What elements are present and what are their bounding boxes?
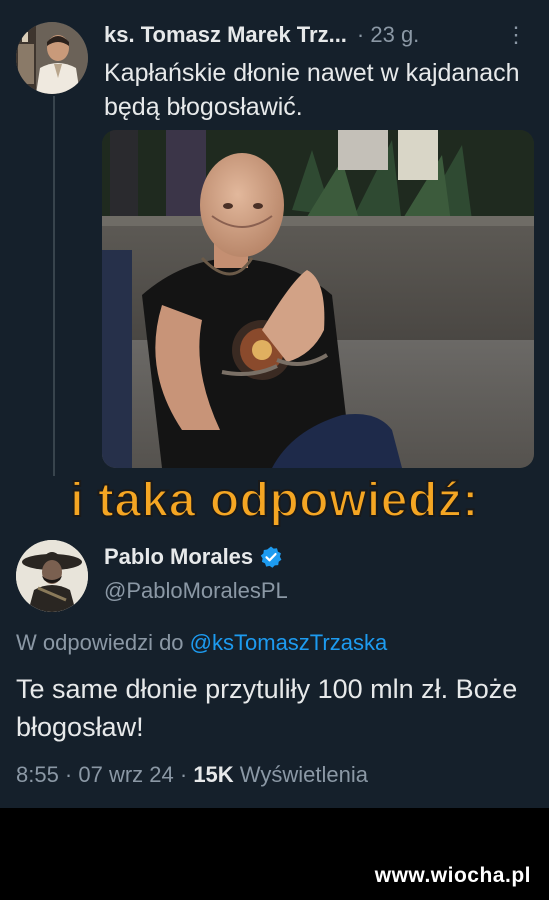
tweet-time[interactable]: · 23 g.	[357, 22, 419, 48]
author-avatar[interactable]	[16, 22, 88, 94]
tweet-photo[interactable]	[102, 130, 534, 468]
author-name[interactable]: ks. Tomasz Marek Trz...	[104, 22, 347, 48]
site-watermark: www.wiocha.pl	[374, 864, 531, 887]
tweet-header: ks. Tomasz Marek Trz... · 23 g. ⋮	[104, 22, 535, 48]
reply-meta: 8:55 · 07 wrz 24 · 15K Wyświetlenia	[16, 762, 368, 788]
original-tweet[interactable]: ks. Tomasz Marek Trz... · 23 g. ⋮ Kapłań…	[0, 0, 549, 476]
reply-author-handle[interactable]: @PabloMoralesPL	[104, 578, 288, 604]
reply-text: Te same dłonie przytuliły 100 mln zł. Bo…	[16, 674, 518, 742]
tweet-text: Kapłańskie dłonie nawet w kajdanach będą…	[104, 59, 520, 121]
meme-caption: i taka odpowiedź:	[0, 470, 549, 532]
reply-author-avatar[interactable]	[16, 540, 88, 612]
replying-to-line: W odpowiedzi do @ksTomaszTrzaska	[16, 630, 387, 656]
more-options-icon[interactable]: ⋮	[505, 22, 527, 48]
reply-author-name[interactable]: Pablo Morales	[104, 544, 253, 570]
verified-badge-icon	[259, 545, 283, 569]
caption-text: i taka odpowiedź:	[69, 473, 479, 528]
thread-connector-line	[53, 96, 55, 476]
reply-author-name-row[interactable]: Pablo Morales	[104, 544, 283, 570]
bottom-black-band: www.wiocha.pl	[0, 808, 549, 900]
replying-to-mention-link[interactable]: @ksTomaszTrzaska	[190, 630, 388, 655]
reply-tweet[interactable]: Pablo Morales @PabloMoralesPL W odpowied…	[0, 532, 549, 808]
views-label: Wyświetlenia	[239, 762, 368, 787]
reply-time[interactable]: 8:55 · 07 wrz 24 ·	[16, 762, 187, 787]
views-count: 15K	[193, 762, 234, 787]
replying-to-label: W odpowiedzi do	[16, 630, 184, 655]
